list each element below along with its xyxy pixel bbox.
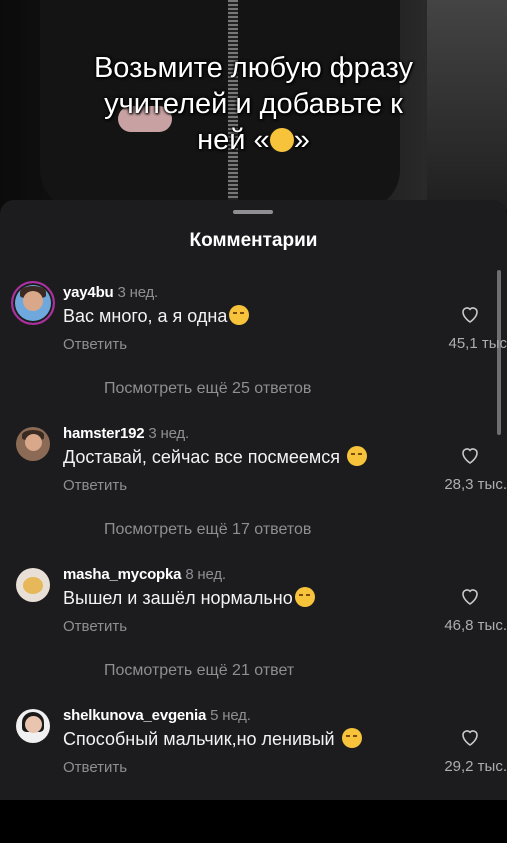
view-more-replies[interactable]: Посмотреть ещё 25 ответов <box>104 380 311 398</box>
comment-item: masha_mycopka 8 нед. Вышел и зашёл нормал… <box>0 562 507 702</box>
like-count: 46,8 тыс. <box>444 617 507 634</box>
comment-text-content: Вас много, а я одна <box>63 306 228 326</box>
comment-text: Вас много, а я одна <box>63 305 250 327</box>
view-more-replies[interactable]: Посмотреть ещё 17 ответов <box>104 521 311 539</box>
avatar[interactable] <box>16 709 50 743</box>
caption-line-3: ней « » <box>0 122 507 158</box>
smirking-face-icon <box>341 728 362 748</box>
avatar[interactable] <box>11 281 55 325</box>
comment-time: 3 нед. <box>117 284 159 301</box>
comment-text: Доставай, сейчас все посмеемся <box>63 446 367 468</box>
like-count: 29,2 тыс. <box>444 758 507 775</box>
comment-author[interactable]: yay4bu 3 нед. <box>63 284 158 301</box>
smirking-face-icon <box>294 587 315 607</box>
sheet-grabber[interactable] <box>233 210 273 214</box>
heart-outline-icon[interactable] <box>458 302 482 326</box>
comment-text-content: Доставай, сейчас все посмеемся <box>63 447 345 467</box>
comment-time: 5 нед. <box>210 707 251 724</box>
reply-button[interactable]: Ответить <box>63 477 127 494</box>
caption-line-2: учителей и добавьте к <box>104 88 403 120</box>
comment-author[interactable]: hamster192 3 нед. <box>63 425 189 442</box>
heart-outline-icon[interactable] <box>458 443 482 467</box>
comment-username[interactable]: hamster192 <box>63 425 145 442</box>
heart-outline-icon[interactable] <box>458 584 482 608</box>
comments-sheet: Комментарии yay4bu 3 нед. Вас много, а я … <box>0 200 507 800</box>
comment-text: Способный мальчик,но ленивый <box>63 728 362 750</box>
avatar[interactable] <box>16 568 50 602</box>
view-more-replies[interactable]: Посмотреть ещё 21 ответ <box>104 662 294 680</box>
comment-item: yay4bu 3 нед. Вас много, а я одна Ответит… <box>0 280 507 420</box>
comment-item: hamster192 3 нед. Доставай, сейчас все по… <box>0 421 507 561</box>
avatar[interactable] <box>16 427 50 461</box>
smirking-face-icon <box>347 446 367 466</box>
comment-username[interactable]: shelkunova_evgenia <box>63 707 206 724</box>
like-count: 28,3 тыс. <box>444 476 507 493</box>
comment-text: Вышел и зашёл нормально <box>63 587 315 609</box>
reply-button[interactable]: Ответить <box>63 618 127 635</box>
caption-line-1: Возьмите любую фразу <box>93 52 414 84</box>
reply-button[interactable]: Ответить <box>63 759 127 776</box>
comment-username[interactable]: yay4bu <box>63 284 114 301</box>
reply-button[interactable]: Ответить <box>63 336 127 353</box>
comment-text-content: Вышел и зашёл нормально <box>63 588 293 608</box>
comment-item: shelkunova_evgenia 5 нед. Способный мальч… <box>0 703 507 843</box>
comment-author[interactable]: masha_mycopka 8 нед. <box>63 566 226 583</box>
smirking-face-icon <box>229 305 250 325</box>
caption-line-3-pre: ней « <box>197 124 270 156</box>
sheet-title: Комментарии <box>189 230 318 251</box>
comment-time: 3 нед. <box>148 425 189 442</box>
video-caption: Возьмите любую фразу учителей и добавьте… <box>0 50 507 158</box>
comment-time: 8 нед. <box>185 566 226 583</box>
caption-line-3-post: » <box>293 124 310 156</box>
heart-outline-icon[interactable] <box>458 725 482 749</box>
like-count: 45,1 тыс <box>448 335 507 352</box>
comment-username[interactable]: masha_mycopka <box>63 566 182 583</box>
comment-author[interactable]: shelkunova_evgenia 5 нед. <box>63 707 251 724</box>
video-background: Возьмите любую фразу учителей и добавьте… <box>0 0 507 210</box>
comment-text-content: Способный мальчик,но ленивый <box>63 729 340 749</box>
smirking-face-icon <box>269 128 294 152</box>
